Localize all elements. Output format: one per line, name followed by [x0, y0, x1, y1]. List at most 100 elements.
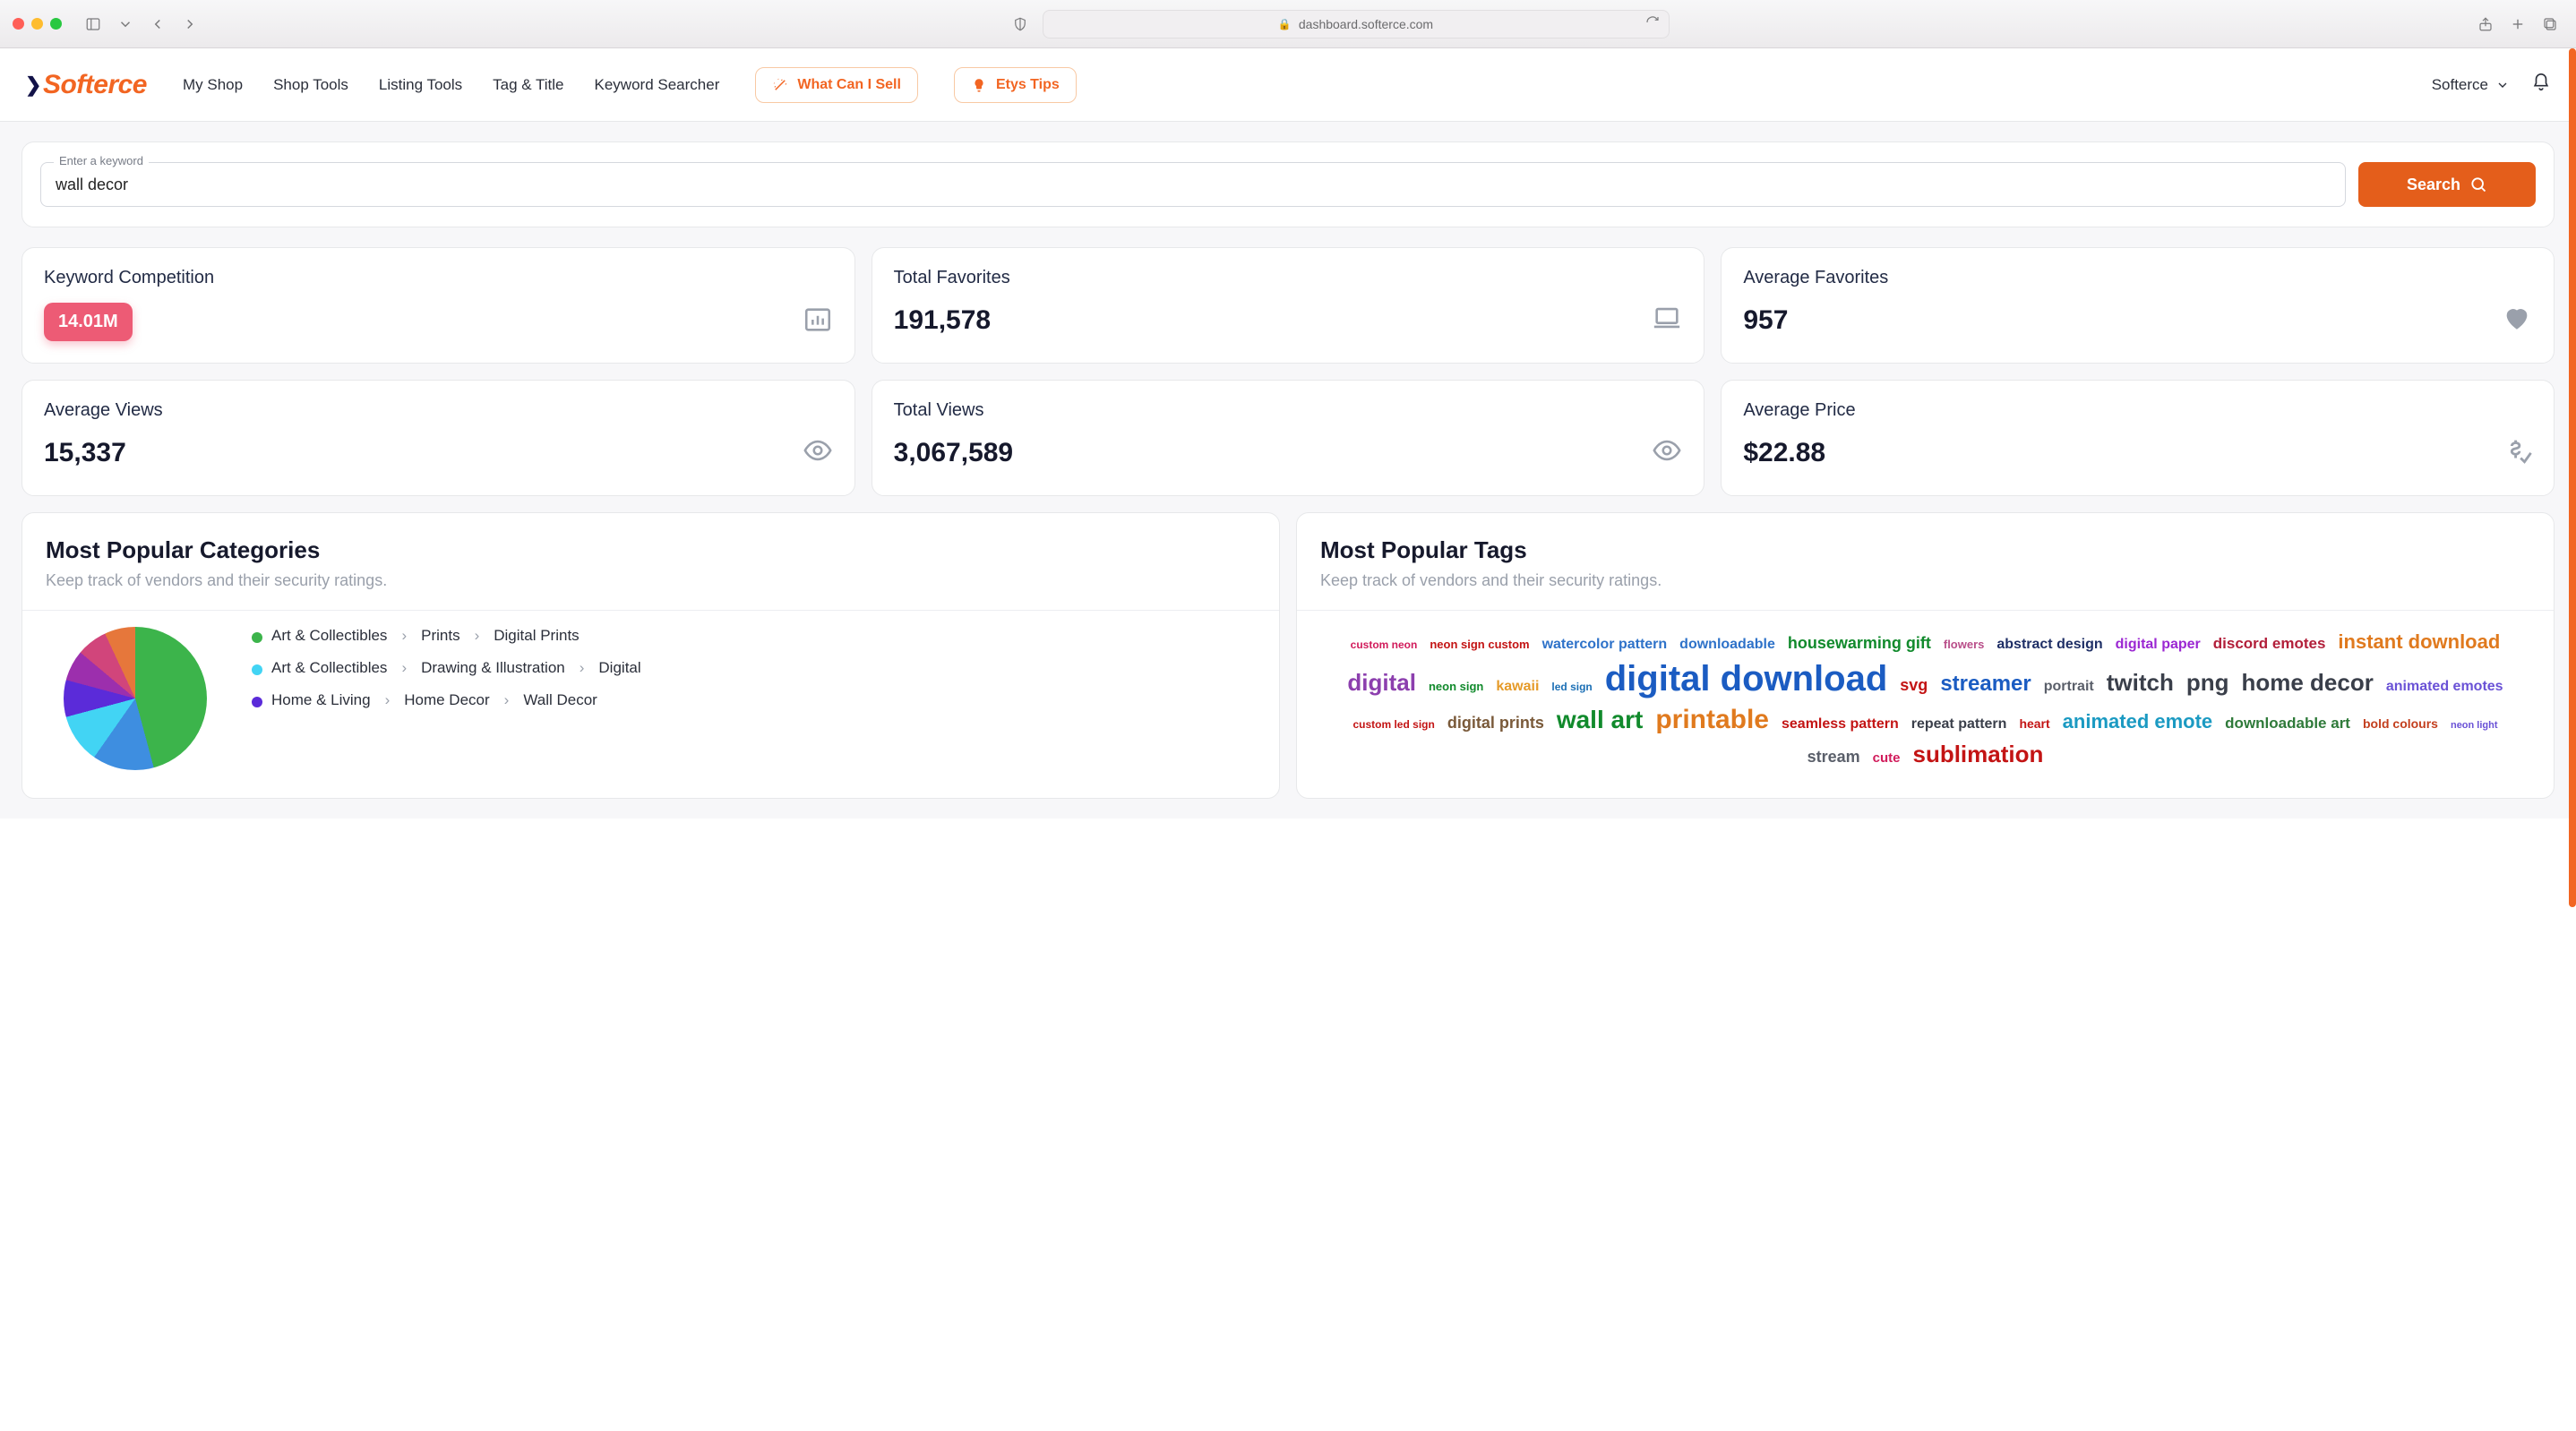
tag[interactable]: neon light: [2451, 720, 2498, 732]
stat-title: Total Views: [894, 400, 1683, 421]
stat-value: 957: [1743, 305, 1788, 336]
tag[interactable]: stream: [1807, 748, 1860, 767]
nav-shop-tools[interactable]: Shop Tools: [273, 76, 348, 94]
legend-segment: Art & Collectibles: [271, 659, 387, 677]
panels: Most Popular Categories Keep track of ve…: [21, 512, 2555, 799]
maximize-window-icon[interactable]: [50, 18, 62, 30]
tag[interactable]: led sign: [1551, 681, 1592, 694]
nav-listing-tools[interactable]: Listing Tools: [379, 76, 462, 94]
legend-segment: Wall Decor: [523, 691, 597, 709]
back-icon[interactable]: [144, 12, 171, 37]
stats-grid: Keyword Competition 14.01M Total Favorit…: [21, 247, 2555, 496]
tag[interactable]: neon sign custom: [1430, 638, 1529, 652]
tag[interactable]: heart: [2019, 716, 2049, 731]
stat-average-views: Average Views 15,337: [21, 380, 855, 496]
close-window-icon[interactable]: [13, 18, 24, 30]
legend-dot-icon: [252, 632, 262, 643]
tag[interactable]: digital: [1347, 670, 1416, 697]
etys-tips-button[interactable]: Etys Tips: [954, 67, 1077, 103]
shield-icon[interactable]: [1007, 12, 1034, 37]
tag[interactable]: neon sign: [1429, 681, 1483, 694]
logo-arrow-icon: ❯: [25, 73, 41, 97]
chevron-down-icon[interactable]: [112, 12, 139, 37]
refresh-icon[interactable]: [1645, 15, 1660, 32]
tag[interactable]: sublimation: [1912, 741, 2043, 768]
tag[interactable]: watercolor pattern: [1542, 637, 1668, 653]
lightbulb-icon: [971, 77, 987, 93]
stat-value-badge: 14.01M: [44, 303, 133, 341]
tag[interactable]: digital prints: [1447, 714, 1544, 733]
tag[interactable]: animated emote: [2063, 710, 2213, 733]
tag[interactable]: portrait: [2044, 679, 2094, 695]
new-tab-icon[interactable]: [2504, 12, 2531, 37]
stat-value: 15,337: [44, 438, 126, 468]
stat-average-favorites: Average Favorites 957: [1721, 247, 2555, 364]
legend-segment: Art & Collectibles: [271, 627, 387, 645]
tag[interactable]: twitch: [2107, 670, 2174, 697]
url-text: dashboard.softerce.com: [1299, 17, 1433, 31]
brand-name: Softerce: [43, 70, 147, 100]
stat-average-price: Average Price $22.88: [1721, 380, 2555, 496]
tabs-icon[interactable]: [2537, 12, 2563, 37]
bell-icon: [2531, 73, 2551, 92]
tag[interactable]: wall art: [1557, 706, 1643, 734]
heart-icon: [2502, 303, 2532, 338]
legend-dot-icon: [252, 697, 262, 707]
stat-title: Average Views: [44, 400, 833, 421]
user-name: Softerce: [2432, 76, 2488, 94]
notifications-button[interactable]: [2531, 73, 2551, 97]
brand-logo[interactable]: ❯ Softerce: [25, 70, 147, 100]
tag[interactable]: png: [2186, 670, 2229, 697]
tag[interactable]: flowers: [1944, 638, 1985, 652]
legend-dot-icon: [252, 664, 262, 675]
tag[interactable]: housewarming gift: [1788, 634, 1931, 653]
tag[interactable]: discord emotes: [2213, 635, 2326, 653]
tag[interactable]: svg: [1900, 676, 1928, 695]
nav-keyword-searcher[interactable]: Keyword Searcher: [595, 76, 720, 94]
what-can-i-sell-button[interactable]: What Can I Sell: [755, 67, 918, 103]
legend-segment: Home & Living: [271, 691, 371, 709]
tag[interactable]: seamless pattern: [1782, 716, 1899, 733]
tag[interactable]: streamer: [1940, 672, 2031, 697]
tag[interactable]: bold colours: [2363, 716, 2438, 731]
minimize-window-icon[interactable]: [31, 18, 43, 30]
address-bar[interactable]: 🔒 dashboard.softerce.com: [1043, 10, 1670, 39]
tag[interactable]: repeat pattern: [1911, 716, 2007, 733]
tag[interactable]: downloadable art: [2225, 715, 2350, 733]
scroll-indicator[interactable]: [2569, 48, 2576, 907]
tag[interactable]: animated emotes: [2386, 679, 2503, 695]
share-icon[interactable]: [2472, 12, 2499, 37]
legend-segment: Prints: [421, 627, 459, 645]
tag[interactable]: custom neon: [1351, 639, 1418, 652]
tag[interactable]: home decor: [2241, 670, 2373, 697]
tag[interactable]: digital paper: [2116, 637, 2201, 653]
legend-row[interactable]: Art & Collectibles›Prints›Digital Prints: [252, 627, 1256, 645]
sidebar-toggle-icon[interactable]: [80, 12, 107, 37]
keyword-input[interactable]: [56, 176, 2331, 194]
categories-legend: Art & Collectibles›Prints›Digital Prints…: [252, 627, 1256, 709]
nav-my-shop[interactable]: My Shop: [183, 76, 243, 94]
tag[interactable]: instant download: [2338, 630, 2500, 653]
tag[interactable]: kawaii: [1496, 679, 1539, 695]
tag[interactable]: custom led sign: [1352, 719, 1434, 732]
tag[interactable]: printable: [1655, 705, 1769, 736]
chevron-right-icon: ›: [385, 691, 391, 709]
forward-icon[interactable]: [176, 12, 203, 37]
tag[interactable]: digital download: [1605, 658, 1888, 699]
stat-total-views: Total Views 3,067,589: [872, 380, 1705, 496]
tag[interactable]: downloadable: [1679, 637, 1775, 653]
search-button[interactable]: Search: [2358, 162, 2536, 207]
legend-row[interactable]: Art & Collectibles›Drawing & Illustratio…: [252, 659, 1256, 677]
stat-title: Average Favorites: [1743, 268, 2532, 288]
what-can-i-sell-label: What Can I Sell: [797, 77, 901, 93]
stat-title: Total Favorites: [894, 268, 1683, 288]
nav-tag-title[interactable]: Tag & Title: [493, 76, 563, 94]
user-menu[interactable]: Softerce: [2432, 76, 2510, 94]
tag[interactable]: cute: [1873, 750, 1901, 766]
eye-icon: [803, 435, 833, 470]
categories-title: Most Popular Categories: [46, 536, 1256, 564]
tag[interactable]: abstract design: [1996, 637, 2102, 653]
legend-row[interactable]: Home & Living›Home Decor›Wall Decor: [252, 691, 1256, 709]
wand-icon: [772, 77, 788, 93]
keyword-field-wrap[interactable]: Enter a keyword: [40, 162, 2346, 207]
